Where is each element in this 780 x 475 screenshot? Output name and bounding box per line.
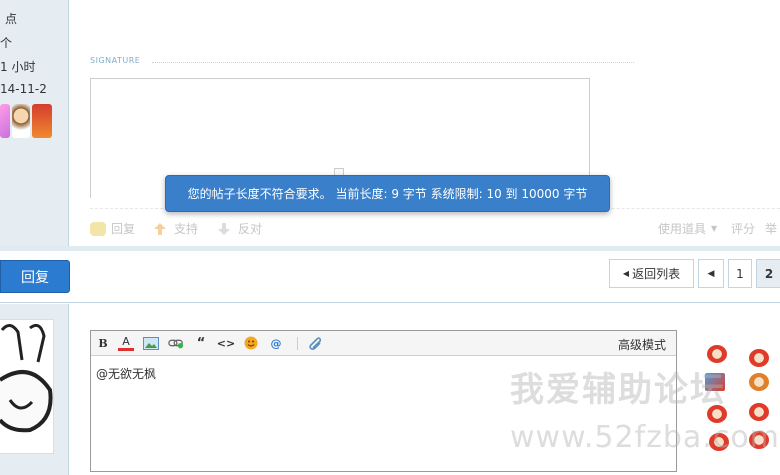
rate-action[interactable]: 评分 <box>731 220 755 237</box>
reply-textarea[interactable]: @无欲无枫 <box>96 365 156 382</box>
avatar[interactable] <box>0 319 54 454</box>
oppose-action[interactable]: 反对 <box>217 220 262 237</box>
editor-toolbar: B A “ <> @ 高级模式 <box>91 331 676 356</box>
caret-left-icon: ◀ <box>707 268 715 279</box>
support-action[interactable]: 支持 <box>153 220 198 237</box>
toolbar-separator <box>297 337 298 350</box>
author-info-points: 点 <box>5 12 18 26</box>
page-link-1[interactable]: 1 <box>728 259 752 288</box>
comment-bubble-icon <box>90 221 106 236</box>
support-action-label: 支持 <box>174 222 199 236</box>
reply-action[interactable]: 回复 <box>90 220 135 237</box>
signature-label: SIGNATURE <box>90 56 141 65</box>
watermark-title: 我爱辅助论坛 <box>510 370 726 410</box>
rate-action-label: 评分 <box>731 222 756 236</box>
post-action-bar: 回复 支持 反对 使用道具 ▼ 评分 举 <box>90 208 780 246</box>
smiley-face-icon[interactable] <box>749 349 769 367</box>
smiley-face-icon[interactable] <box>707 345 727 363</box>
thumb-down-arrow-icon <box>217 222 233 236</box>
smiley-face-icon[interactable] <box>749 403 769 421</box>
error-toast-message: 您的帖子长度不符合要求。 当前长度: 9 字节 系统限制: 10 到 10000… <box>187 187 588 201</box>
advanced-mode-link[interactable]: 高级模式 <box>618 336 666 353</box>
mention-icon[interactable]: @ <box>268 335 284 351</box>
heart-medal-icon[interactable] <box>0 104 10 138</box>
back-to-list-button[interactable]: ◀ 返回列表 <box>609 259 694 288</box>
prev-page-button[interactable]: ◀ <box>698 259 724 288</box>
caret-left-icon: ◀ <box>622 269 630 278</box>
oppose-action-label: 反对 <box>238 222 263 236</box>
doll-medal-icon[interactable] <box>12 104 30 138</box>
medal-list <box>0 104 52 138</box>
quote-icon[interactable]: “ <box>193 335 209 351</box>
smiley-icon[interactable] <box>243 335 259 351</box>
report-action-label: 举 <box>765 222 778 236</box>
use-tools-menu[interactable]: 使用道具 ▼ <box>658 220 717 237</box>
code-icon[interactable]: <> <box>217 335 235 351</box>
use-tools-label: 使用道具 <box>658 222 707 236</box>
smiley-face-icon[interactable] <box>749 373 769 391</box>
author-info-register-date: 14-11-2 <box>0 82 47 96</box>
post-author-sidebar: 点 个 1 小时 14-11-2 <box>0 0 69 246</box>
author-info-count: 个 <box>0 36 13 50</box>
back-to-list-label: 返回列表 <box>632 267 681 281</box>
reply-button-label: 回复 <box>21 269 49 286</box>
reply-pagination-bar: 回复 ◀ 返回列表 ◀ 1 2 <box>0 251 780 303</box>
report-action[interactable]: 举 <box>765 220 777 237</box>
bold-icon[interactable]: B <box>95 335 111 351</box>
page-link-1-label: 1 <box>736 266 744 281</box>
attachment-icon[interactable] <box>306 335 322 351</box>
chevron-down-icon: ▼ <box>711 224 718 233</box>
reply-button[interactable]: 回复 <box>0 260 70 293</box>
insert-image-icon[interactable] <box>143 335 159 351</box>
insert-link-icon[interactable] <box>168 335 184 351</box>
thumb-up-arrow-icon <box>153 222 169 236</box>
watermark-url: www.52fzba.com <box>510 420 780 455</box>
page-link-2-current[interactable]: 2 <box>756 259 780 288</box>
font-color-icon[interactable]: A <box>118 335 134 351</box>
signature-divider <box>152 62 634 63</box>
current-user-sidebar <box>0 304 69 475</box>
error-toast: 您的帖子长度不符合要求。 当前长度: 9 字节 系统限制: 10 到 10000… <box>165 175 610 212</box>
page-link-2-label: 2 <box>764 266 774 281</box>
flame-medal-icon[interactable] <box>32 104 52 138</box>
reply-action-label: 回复 <box>111 222 136 236</box>
author-info-online-time: 1 小时 <box>0 60 36 74</box>
